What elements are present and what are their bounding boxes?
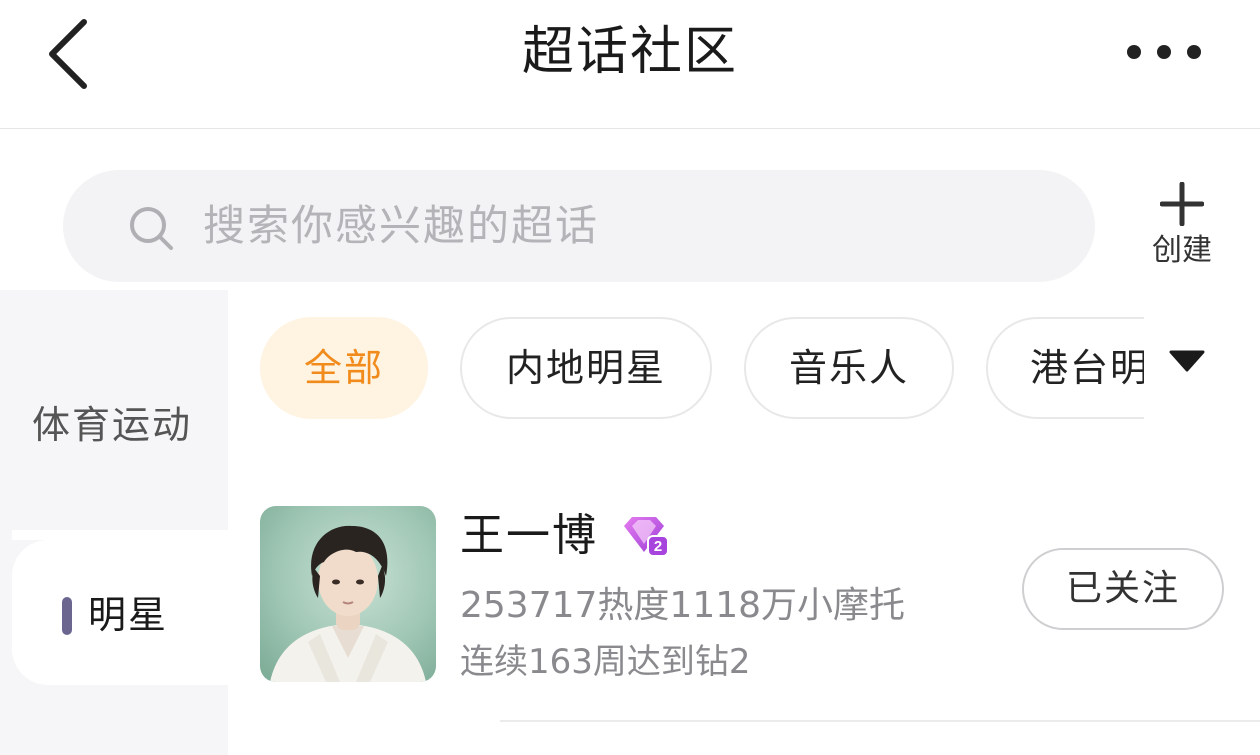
topic-avatar[interactable] — [260, 506, 436, 682]
search-placeholder: 搜索你感兴趣的超话 — [203, 201, 600, 250]
topic-streak: 连续163周达到钻2 — [460, 642, 751, 682]
category-item-stars[interactable]: 明星 — [12, 540, 228, 685]
follow-button[interactable]: 已关注 — [1022, 548, 1224, 630]
chip-mainland-stars[interactable]: 内地明星 — [460, 317, 712, 419]
row-divider — [500, 720, 1260, 722]
diamond-level-2-icon: 2 — [624, 517, 669, 557]
search-icon — [130, 207, 173, 250]
plus-icon — [1160, 182, 1204, 226]
sidebar-spacer — [12, 530, 228, 540]
triangle-down-icon — [1169, 350, 1205, 372]
topic-list-item[interactable]: 王一博 2 253717热度1118万小摩托 连续163周达到钻2 已关注 — [228, 490, 1260, 722]
avatar-image — [260, 506, 436, 682]
more-horizontal-icon — [1127, 45, 1201, 59]
create-button[interactable]: 创建 — [1140, 182, 1224, 278]
category-label: 体育运动 — [32, 403, 193, 447]
create-label: 创建 — [1152, 233, 1212, 268]
topic-stats: 253717热度1118万小摩托 — [460, 585, 906, 626]
top-nav-bar: 超话社区 — [0, 0, 1260, 129]
search-input[interactable]: 搜索你感兴趣的超话 — [63, 170, 1095, 282]
more-button[interactable] — [1124, 34, 1214, 70]
category-sidebar: 体育运动 明星 — [0, 290, 228, 755]
chips-expand-button[interactable] — [1162, 340, 1212, 380]
svg-text:2: 2 — [654, 538, 662, 555]
topic-name[interactable]: 王一博 — [460, 510, 598, 562]
chip-all[interactable]: 全部 — [260, 317, 428, 419]
category-item-next[interactable] — [0, 695, 228, 755]
selected-indicator — [62, 597, 72, 635]
chip-musicians[interactable]: 音乐人 — [744, 317, 954, 419]
page-title: 超话社区 — [521, 22, 738, 82]
category-label: 明星 — [88, 593, 169, 637]
category-item-sports[interactable]: 体育运动 — [0, 290, 228, 530]
filter-chip-bar: 全部 内地明星 音乐人 港台明 — [260, 317, 1144, 423]
chip-hk-tw-stars[interactable]: 港台明 — [986, 317, 1144, 419]
